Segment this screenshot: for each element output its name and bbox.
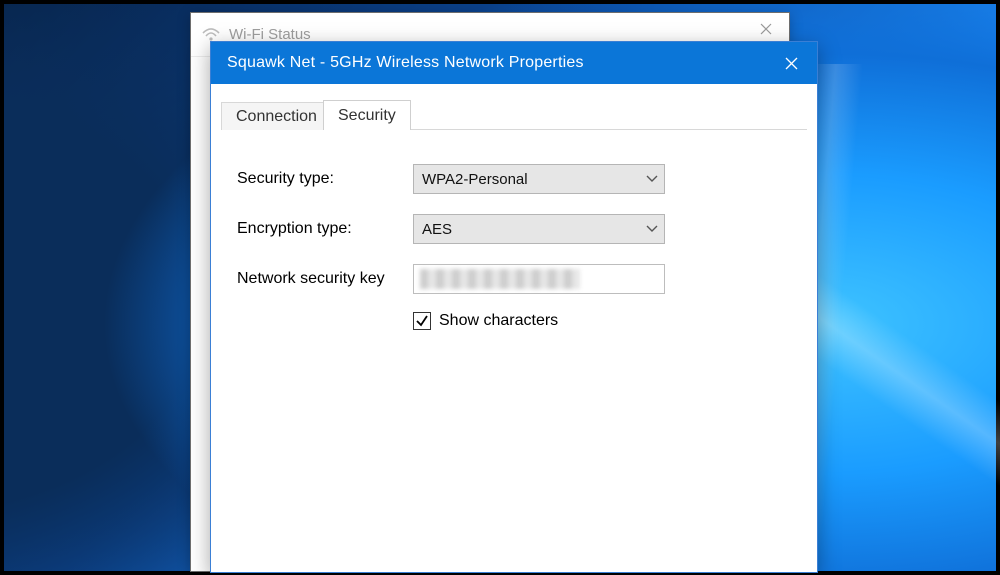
window-title: Squawk Net - 5GHz Wireless Network Prope… bbox=[227, 54, 765, 72]
row-network-key: Network security key bbox=[237, 264, 791, 294]
tab-label: Security bbox=[338, 107, 396, 125]
row-show-characters: Show characters bbox=[413, 312, 791, 330]
tabstrip: Connection Security bbox=[221, 96, 807, 130]
show-characters-checkbox[interactable] bbox=[413, 312, 431, 330]
encryption-type-select[interactable]: AES bbox=[413, 214, 665, 244]
close-icon bbox=[785, 57, 798, 70]
network-key-label: Network security key bbox=[237, 270, 413, 288]
tab-content-security: Security type: WPA2-Personal Encryption … bbox=[211, 130, 817, 340]
tab-connection[interactable]: Connection bbox=[221, 102, 332, 130]
security-type-select[interactable]: WPA2-Personal bbox=[413, 164, 665, 194]
select-value: WPA2-Personal bbox=[422, 171, 528, 188]
chevron-down-icon bbox=[646, 175, 658, 183]
titlebar[interactable]: Squawk Net - 5GHz Wireless Network Prope… bbox=[211, 42, 817, 84]
security-type-label: Security type: bbox=[237, 170, 413, 188]
close-button[interactable] bbox=[765, 42, 817, 84]
network-key-input[interactable] bbox=[413, 264, 665, 294]
desktop-background: Wi-Fi Status Squawk Net - 5GHz Wireless … bbox=[0, 0, 1000, 575]
select-value: AES bbox=[422, 221, 452, 238]
encryption-type-label: Encryption type: bbox=[237, 220, 413, 238]
check-icon bbox=[415, 314, 429, 328]
network-properties-window: Squawk Net - 5GHz Wireless Network Prope… bbox=[210, 41, 818, 573]
row-security-type: Security type: WPA2-Personal bbox=[237, 164, 791, 194]
tab-security[interactable]: Security bbox=[323, 100, 411, 130]
chevron-down-icon bbox=[646, 225, 658, 233]
obscured-key-icon bbox=[420, 269, 580, 289]
row-encryption-type: Encryption type: AES bbox=[237, 214, 791, 244]
show-characters-label: Show characters bbox=[439, 312, 558, 330]
tab-label: Connection bbox=[236, 108, 317, 126]
